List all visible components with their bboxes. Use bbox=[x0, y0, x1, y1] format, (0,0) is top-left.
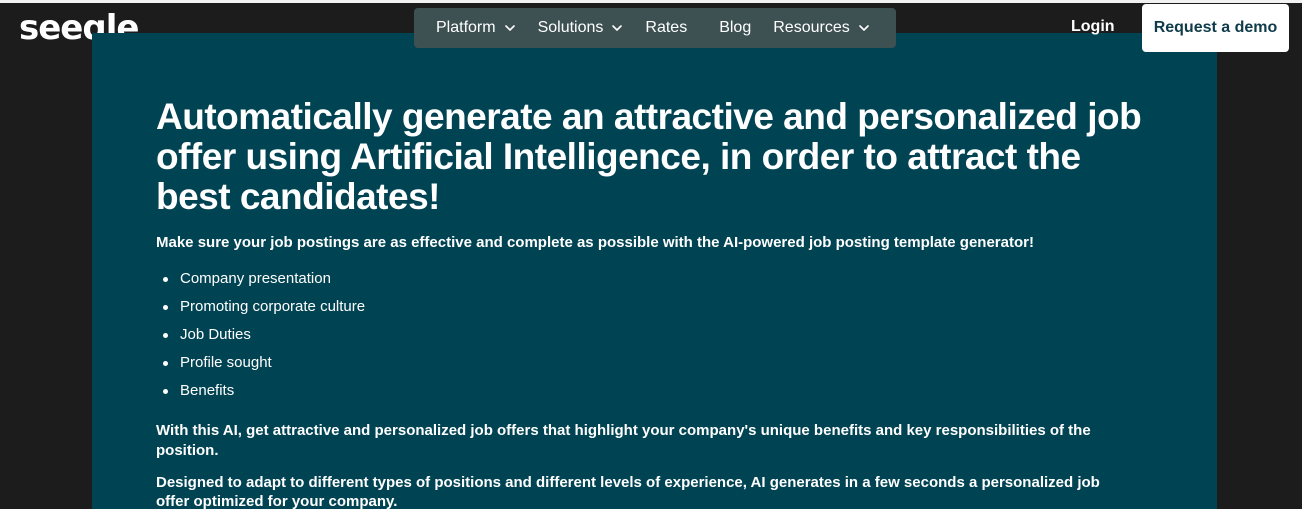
hero-content: Automatically generate an attractive and… bbox=[156, 97, 1156, 509]
list-item: Job Duties bbox=[163, 325, 1156, 353]
page-title: Automatically generate an attractive and… bbox=[156, 96, 1142, 217]
hero-paragraph: Designed to adapt to different types of … bbox=[156, 474, 1100, 509]
list-item: Company presentation bbox=[163, 269, 1156, 297]
nav-item-platform[interactable]: Platform bbox=[436, 19, 516, 37]
chevron-down-icon bbox=[612, 25, 623, 31]
nav-item-resources[interactable]: Resources bbox=[773, 19, 869, 37]
main-nav: Platform Solutions Rates Blog Resources bbox=[414, 8, 896, 48]
hero-intro: Make sure your job postings are as effec… bbox=[156, 234, 1034, 251]
list-item: Profile sought bbox=[163, 353, 1156, 381]
nav-item-label: Blog bbox=[719, 19, 752, 36]
nav-item-label: Rates bbox=[645, 19, 688, 36]
chevron-down-icon bbox=[504, 25, 515, 31]
list-item: Benefits bbox=[163, 381, 1156, 409]
nav-item-label: Platform bbox=[436, 19, 496, 36]
nav-item-label: Solutions bbox=[537, 19, 604, 36]
nav-item-rates[interactable]: Rates bbox=[645, 19, 687, 37]
chevron-down-icon bbox=[858, 25, 869, 31]
nav-item-solutions[interactable]: Solutions bbox=[538, 19, 624, 37]
nav-item-label: Resources bbox=[773, 19, 850, 36]
top-border bbox=[0, 0, 1302, 3]
feature-list: Company presentation Promoting corporate… bbox=[156, 269, 1156, 409]
nav-item-blog[interactable]: Blog bbox=[719, 19, 751, 37]
login-link[interactable]: Login bbox=[1071, 18, 1115, 36]
hero-paragraph: With this AI, get attractive and persona… bbox=[156, 422, 1091, 459]
request-demo-button[interactable]: Request a demo bbox=[1142, 4, 1289, 52]
list-item: Promoting corporate culture bbox=[163, 297, 1156, 325]
